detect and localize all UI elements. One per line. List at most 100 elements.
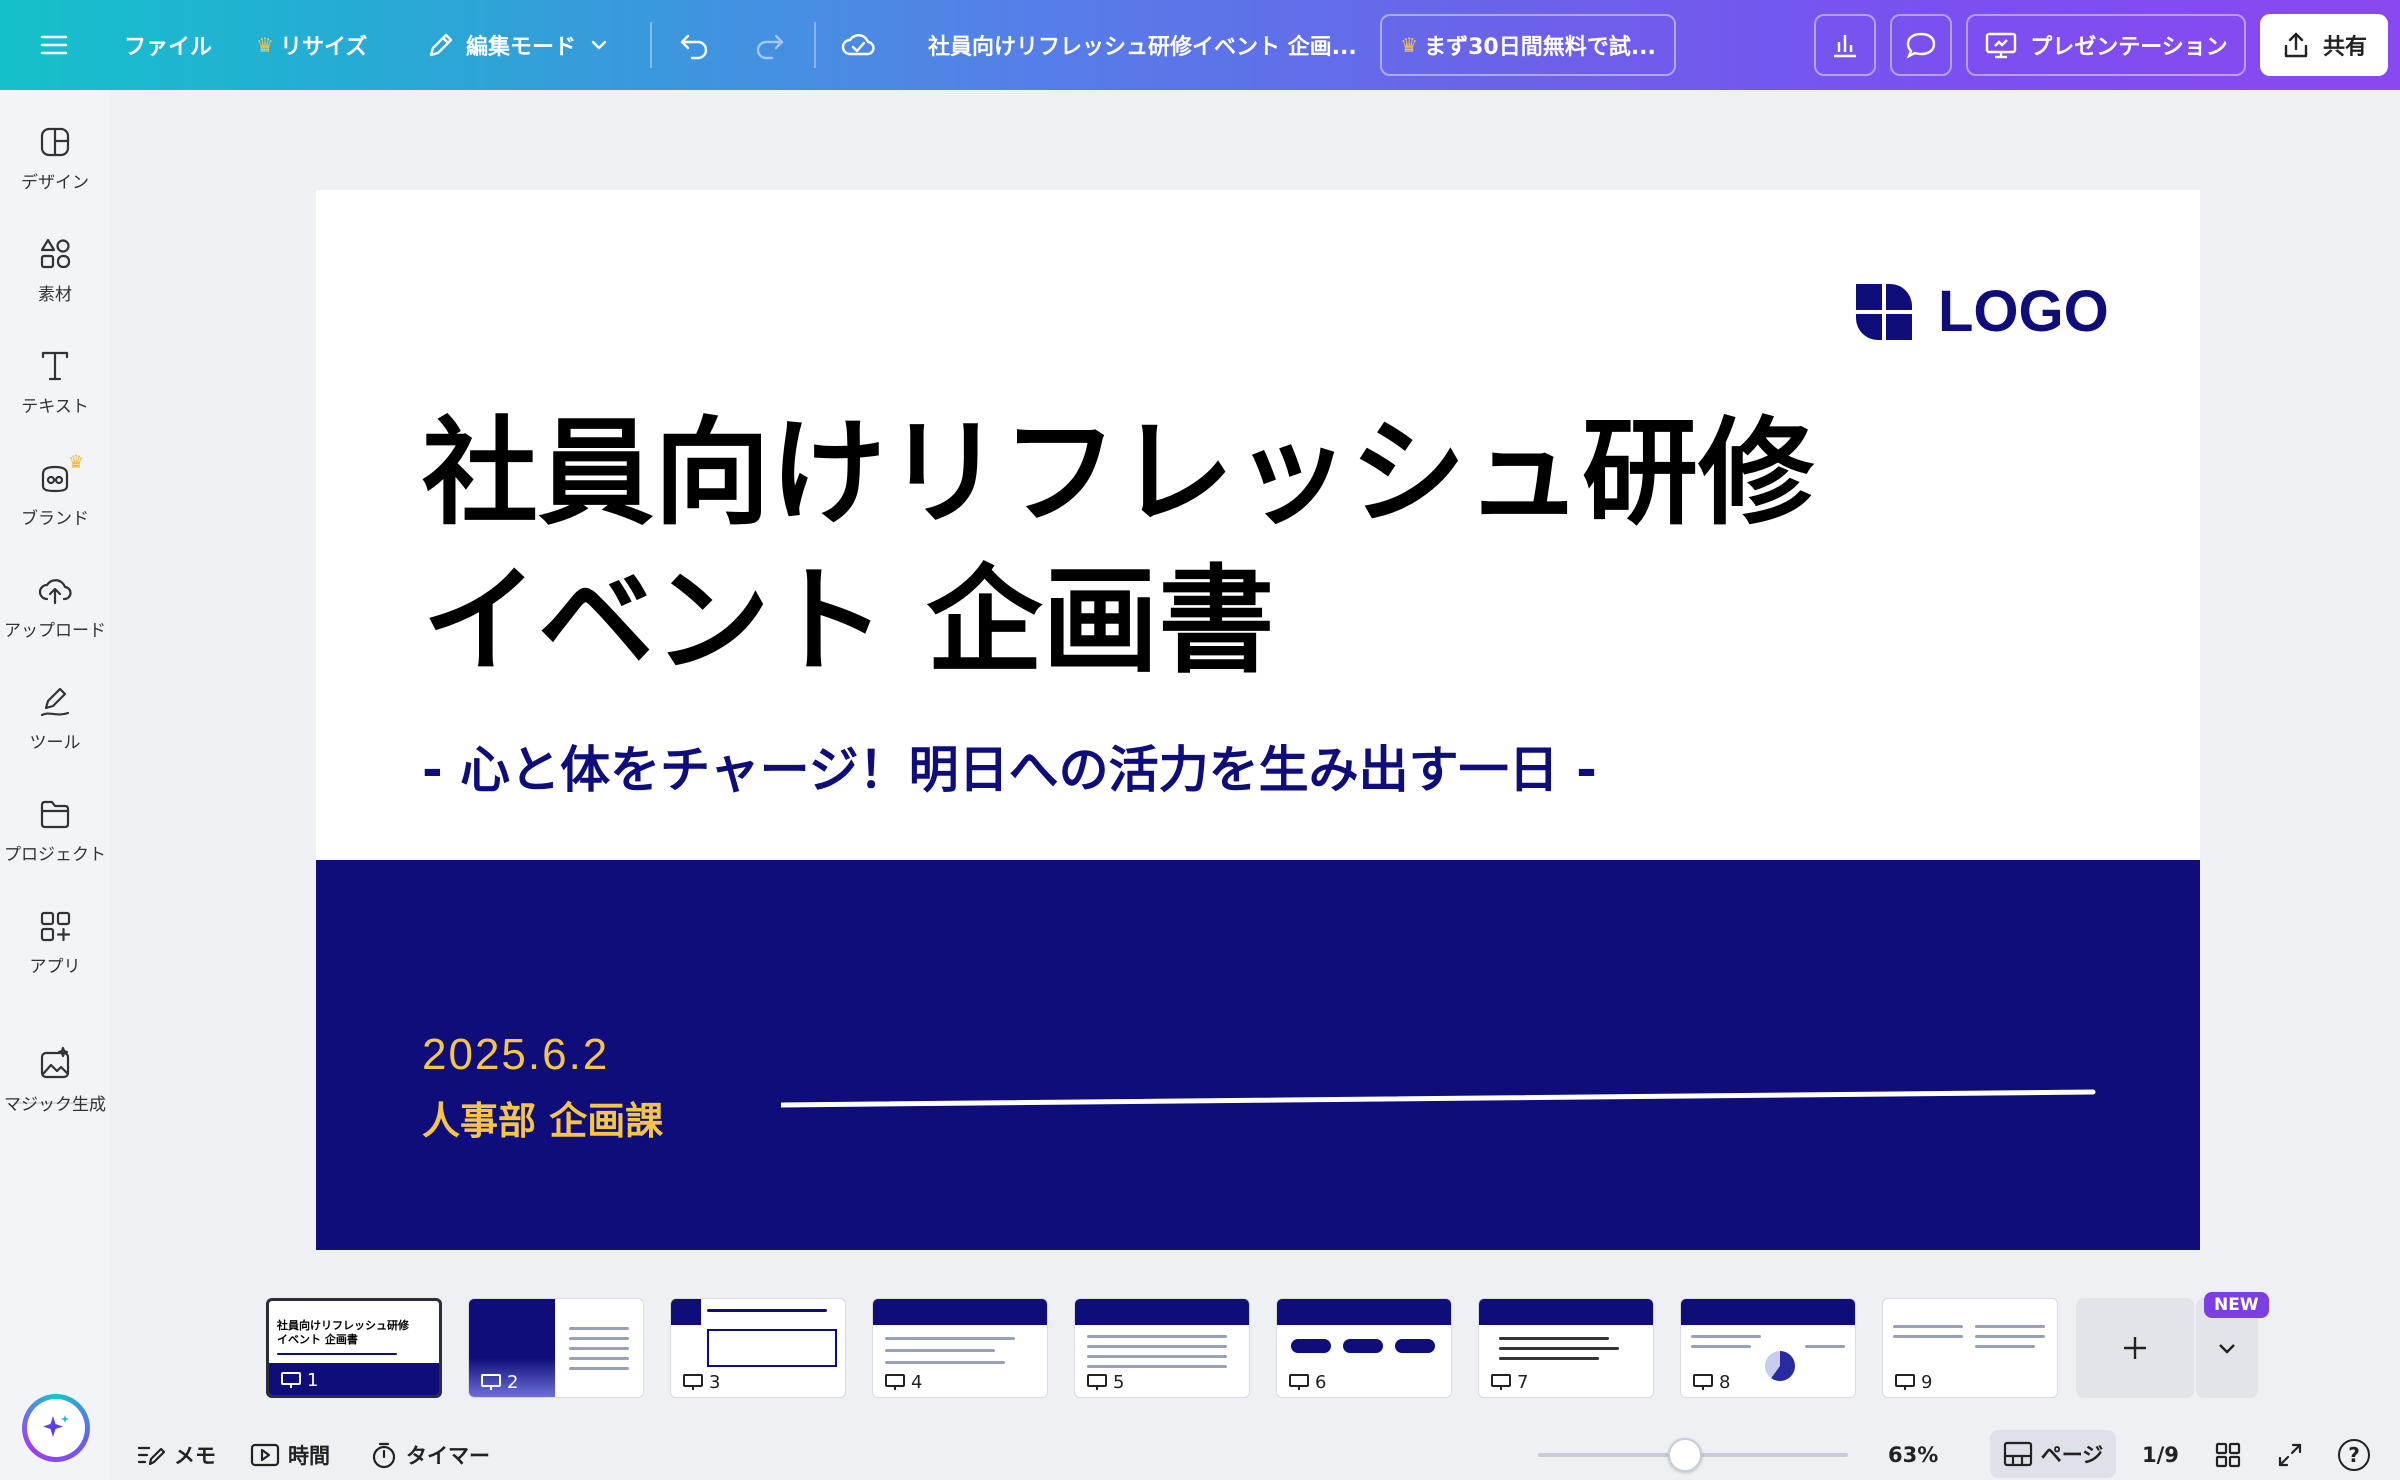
thumbnail-number: 4 [885,1372,922,1393]
slide-date[interactable]: 2025.6.2 [422,1030,609,1080]
logo-mark-icon [1856,283,1912,340]
timer-label: タイマー [406,1444,490,1468]
thumbnail-text-line [1087,1345,1227,1348]
redo-button[interactable] [752,0,786,90]
sidebar-item-text[interactable]: テキスト [0,348,110,448]
sidebar-item-apps[interactable]: アプリ [0,908,110,1008]
sparkle-icon [43,1415,69,1437]
magic-assistant-button[interactable] [22,1394,90,1462]
comment-icon [1906,32,1936,59]
zoom-percentage[interactable]: 63% [1888,1430,1938,1480]
bar-chart-icon [1834,35,1856,58]
thumbnail-text-line [1975,1335,2045,1338]
page-thumbnail[interactable]: 社員向けリフレッシュ研修 イベント 企画書 1 [266,1298,442,1398]
file-menu-button[interactable]: ファイル [124,0,212,90]
thumbnail-number: 8 [1693,1372,1730,1393]
page-thumbnail[interactable]: 6 [1276,1298,1452,1398]
add-page-button[interactable] [2076,1298,2194,1398]
grid-view-button[interactable] [2214,1430,2250,1480]
zoom-slider-handle[interactable] [1668,1438,1702,1472]
sidebar-item-label: 素材 [38,285,72,305]
play-icon [250,1443,280,1467]
sidebar-item-elements[interactable]: 素材 [0,236,110,336]
slide-title[interactable]: 社員向けリフレッシュ研修 イベント 企画書 [422,400,2122,696]
cloud-save-status[interactable] [840,0,876,90]
page-counter[interactable]: 1/9 [2142,1430,2179,1480]
page-layout-icon [2003,1441,2032,1467]
present-button[interactable]: プレゼンテーション [1966,14,2246,76]
notes-icon [137,1446,166,1466]
thumbnail-text-line [1499,1357,1599,1360]
time-button[interactable]: 時間 [250,1430,330,1480]
thumbnail-band [1681,1299,1855,1325]
left-sidebar: デザイン 素材 テキスト ♛ ブランド アップロード ツール プロジェクト アプ… [0,90,110,1480]
page-number: 9 [1921,1372,1933,1393]
thumbnail-text-line [1087,1365,1227,1368]
design-icon [40,127,70,157]
text-icon [41,351,69,381]
magic-assistant-inner [27,1399,85,1457]
free-trial-button[interactable]: ♛ まず30日間無料で試... [1380,14,1676,76]
expand-icon [2278,1443,2302,1467]
present-icon [1491,1373,1511,1390]
thumbnail-number: 6 [1289,1372,1326,1393]
page-thumbnail[interactable]: 3 [670,1298,846,1398]
notes-button[interactable]: メモ [136,1430,216,1480]
undo-button[interactable] [678,0,712,90]
slide-divider-line[interactable] [781,1080,2101,1110]
document-title-text: 社員向けリフレッシュ研修イベント 企画... [928,35,1357,60]
resize-button[interactable]: ♛ リサイズ [256,0,367,90]
sidebar-item-design[interactable]: デザイン [0,124,110,224]
help-button[interactable]: ? [2338,1430,2370,1480]
page-thumbnail[interactable]: 8 [1680,1298,1856,1398]
thumbnail-number: 2 [481,1372,518,1393]
page-view-button[interactable]: ページ [1990,1430,2116,1478]
page-thumbnail[interactable]: 5 [1074,1298,1250,1398]
document-title[interactable]: 社員向けリフレッシュ研修イベント 企画... [928,0,1357,90]
stopwatch-icon [372,1442,396,1469]
undo-icon [680,34,708,60]
sidebar-item-label: アプリ [29,957,81,977]
comments-button[interactable] [1890,14,1952,76]
slide-subtitle[interactable]: - 心と体をチャージ！明日への活力を生み出す一日 - [422,730,1597,802]
elements-icon [40,238,71,269]
slide-department[interactable]: 人事部 企画課 [422,1090,663,1145]
sidebar-item-uploads[interactable]: アップロード [0,572,110,672]
upload-share-icon [2284,32,2308,58]
share-label: 共有 [2322,35,2367,60]
thumbnail-text-line [707,1309,827,1312]
page-number: 1 [307,1370,319,1391]
menu-button[interactable] [38,0,70,90]
thumbnail-text-line [885,1361,1005,1364]
page-thumbnail[interactable]: 2 [468,1298,644,1398]
insights-button[interactable] [1814,14,1876,76]
page-thumbnail[interactable]: 4 [872,1298,1048,1398]
timer-button[interactable]: タイマー [370,1430,490,1480]
thumbnail-text-line [569,1347,629,1350]
help-icon: ? [2338,1439,2370,1471]
upload-icon [38,579,72,605]
thumbnail-text-line [1691,1345,1751,1348]
sidebar-item-magic-media[interactable]: マジック生成 [0,1046,110,1146]
edit-mode-label: 編集モード [466,35,577,60]
sidebar-item-brand[interactable]: ♛ ブランド [0,452,110,560]
thumbnail-number: 9 [1895,1372,1932,1393]
sidebar-item-tools[interactable]: ツール [0,684,110,784]
slide-canvas[interactable]: LOGO 社員向けリフレッシュ研修 イベント 企画書 - 心と体をチャージ！明日… [316,190,2200,1250]
fullscreen-button[interactable] [2276,1430,2312,1480]
page-thumbnail[interactable]: 7 [1478,1298,1654,1398]
hamburger-icon [40,35,68,55]
present-label: プレゼンテーション [2030,35,2228,60]
slide-logo[interactable]: LOGO [1856,278,2109,345]
share-button[interactable]: 共有 [2260,14,2388,76]
thumbnail-text-line [1805,1345,1845,1348]
thumbnail-number: 3 [683,1372,720,1393]
toolbar-divider [814,22,816,68]
present-icon [1693,1373,1713,1390]
sidebar-item-label: アップロード [4,621,106,641]
page-thumbnail[interactable]: 9 [1882,1298,2058,1398]
help-label: ? [2348,1443,2360,1467]
edit-mode-dropdown[interactable]: 編集モード [426,0,610,90]
sidebar-item-projects[interactable]: プロジェクト [0,796,110,896]
thumbnail-text-line [1087,1335,1227,1338]
